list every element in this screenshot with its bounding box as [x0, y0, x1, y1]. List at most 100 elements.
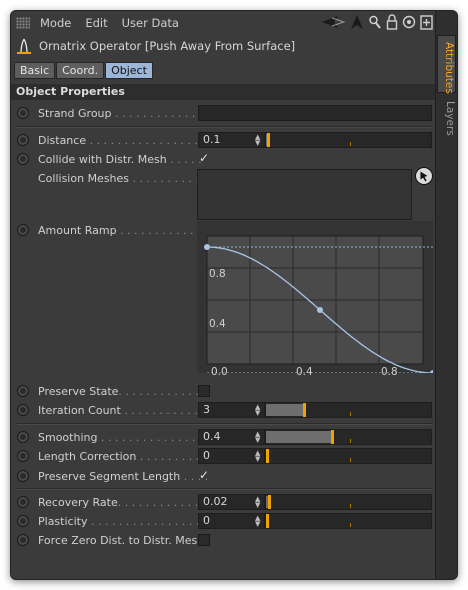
menu-user-data[interactable]: User Data [122, 16, 179, 30]
label-dots: . . . . . . . . . . [129, 171, 199, 185]
separator [17, 126, 433, 128]
ramp-y-tick: 0.4 [209, 318, 226, 330]
slider-tick [350, 412, 351, 416]
spin-arrows-icon[interactable]: ▲ ▼ [255, 134, 260, 147]
plasticity-slider[interactable] [265, 513, 432, 529]
smoothing-slider[interactable] [265, 429, 432, 445]
ramp-x-axis: 0.0 0.4 0.8 [204, 366, 434, 380]
animate-radio-icon[interactable] [17, 450, 29, 462]
param-preserve-state: Preserve State. . . . . . . . . . . . . [11, 382, 437, 400]
back-arrow-icon[interactable] [320, 14, 346, 30]
new-panel-icon[interactable] [420, 14, 433, 30]
param-label: Amount Ramp [38, 223, 117, 237]
param-label: Length Correction [38, 449, 137, 463]
param-label: Collision Meshes [38, 171, 130, 185]
preserve-state-checkbox[interactable] [198, 385, 210, 397]
animate-radio-icon[interactable] [17, 224, 29, 236]
label-dots: . . . . . . . . . . . . . . [111, 106, 210, 120]
preserve-segment-length-checkbox[interactable]: ✓ [198, 469, 210, 482]
param-label: Preserve State [38, 384, 119, 398]
tab-object[interactable]: Object [105, 62, 153, 79]
ramp-knot[interactable] [317, 307, 323, 313]
up-arrow-icon[interactable] [350, 14, 364, 30]
grip-handle-icon[interactable] [16, 17, 30, 29]
label-dots: . . . . . . . . . . . . [116, 223, 201, 237]
animate-radio-icon[interactable] [17, 134, 29, 146]
lock-icon[interactable] [386, 14, 398, 30]
param-label: Distance [38, 133, 87, 147]
separator [17, 488, 433, 490]
param-label: Plasticity [38, 514, 88, 528]
iteration-count-slider[interactable] [265, 402, 432, 418]
ramp-x-tick: 0.4 [296, 366, 313, 378]
param-strand-group: Strand Group . . . . . . . . . . . . . . [11, 104, 437, 122]
animate-radio-icon[interactable] [17, 107, 29, 119]
separator [17, 423, 433, 425]
object-title-bar: Ornatrix Operator [Push Away From Surfac… [11, 35, 437, 57]
param-label: Preserve Segment Length [38, 469, 181, 483]
animate-radio-icon[interactable] [17, 385, 29, 397]
attribute-manager: Mode Edit User Data Ornatrix Operator [P… [10, 10, 458, 580]
animate-radio-icon[interactable] [17, 470, 29, 482]
spin-arrows-icon[interactable]: ▲ ▼ [255, 431, 260, 444]
ramp-x-tick: 0.8 [381, 366, 398, 378]
slider-knob[interactable] [331, 430, 334, 444]
search-icon[interactable] [368, 14, 382, 30]
label-dots: . . . . . . . . . . . . [120, 403, 205, 417]
param-recovery-rate: Recovery Rate. . . . . . . . . . . . . .… [11, 493, 437, 511]
collide-checkbox[interactable]: ✓ [198, 152, 210, 165]
param-label: Force Zero Dist. to Distr. Mesh [38, 533, 205, 547]
animate-radio-icon[interactable] [17, 496, 29, 508]
collision-meshes-list[interactable] [197, 169, 412, 220]
label-dots: . . . . . . . . . . . . . . . . . [86, 133, 205, 147]
slider-knob[interactable] [266, 133, 270, 147]
tab-bar: Basic Coord. Object [14, 62, 153, 79]
param-label: Smoothing [38, 430, 98, 444]
animate-radio-icon[interactable] [17, 404, 29, 416]
strand-group-field[interactable] [198, 105, 432, 121]
amount-ramp-graph[interactable]: 0.8 0.4 [197, 221, 433, 373]
ramp-y-tick: 0.8 [209, 268, 226, 280]
section-object-properties: Object Properties [11, 84, 437, 100]
ramp-knot[interactable] [204, 244, 210, 250]
spin-arrows-icon[interactable]: ▲ ▼ [255, 450, 260, 463]
slider-knob[interactable] [266, 514, 269, 528]
side-tab-attributes[interactable]: Attributes [437, 35, 456, 94]
slider-tick [350, 523, 351, 527]
param-preserve-segment-length: Preserve Segment Length . . . . ✓ [11, 467, 437, 485]
distance-slider[interactable] [265, 132, 432, 148]
tab-coord[interactable]: Coord. [56, 62, 105, 79]
menubar: Mode Edit User Data [11, 11, 437, 35]
ornatrix-operator-icon [17, 38, 31, 54]
menu-edit[interactable]: Edit [85, 16, 107, 30]
animate-radio-icon[interactable] [17, 515, 29, 527]
param-length-correction: Length Correction . . . . . . . . . . 0 … [11, 447, 437, 465]
spin-arrows-icon[interactable]: ▲ ▼ [255, 515, 260, 528]
menu-mode[interactable]: Mode [40, 16, 71, 30]
pick-arrow-icon[interactable] [415, 167, 433, 185]
param-label: Recovery Rate [38, 495, 118, 509]
force-zero-checkbox[interactable] [198, 534, 210, 546]
slider-fill [266, 404, 304, 416]
param-label: Collide with Distr. Mesh [38, 152, 167, 166]
slider-knob[interactable] [268, 495, 272, 509]
spin-arrows-icon[interactable]: ▲ ▼ [255, 496, 260, 509]
param-plasticity: Plasticity . . . . . . . . . . . . . . .… [11, 512, 437, 530]
target-icon[interactable] [402, 14, 416, 30]
tab-basic[interactable]: Basic [14, 62, 56, 79]
spin-arrows-icon[interactable]: ▲ ▼ [255, 404, 260, 417]
slider-knob[interactable] [266, 449, 269, 463]
slider-knob[interactable] [302, 403, 306, 417]
side-tab-layers[interactable]: Layers [437, 95, 456, 137]
param-iteration-count: Iteration Count . . . . . . . . . . . . … [11, 401, 437, 419]
object-title: Ornatrix Operator [Push Away From Surfac… [39, 39, 296, 53]
param-label: Iteration Count [38, 403, 121, 417]
label-dots: . . . . . . . . . . . . . . . . . . [87, 514, 214, 528]
param-collide: Collide with Distr. Mesh . . . . . ✓ [11, 150, 437, 168]
length-correction-slider[interactable] [265, 448, 432, 464]
animate-radio-icon[interactable] [17, 534, 29, 546]
recovery-rate-slider[interactable] [265, 494, 432, 510]
label-dots: . . . . . . . . . . . . . . . . [97, 430, 210, 444]
animate-radio-icon[interactable] [17, 153, 29, 165]
animate-radio-icon[interactable] [17, 431, 29, 443]
